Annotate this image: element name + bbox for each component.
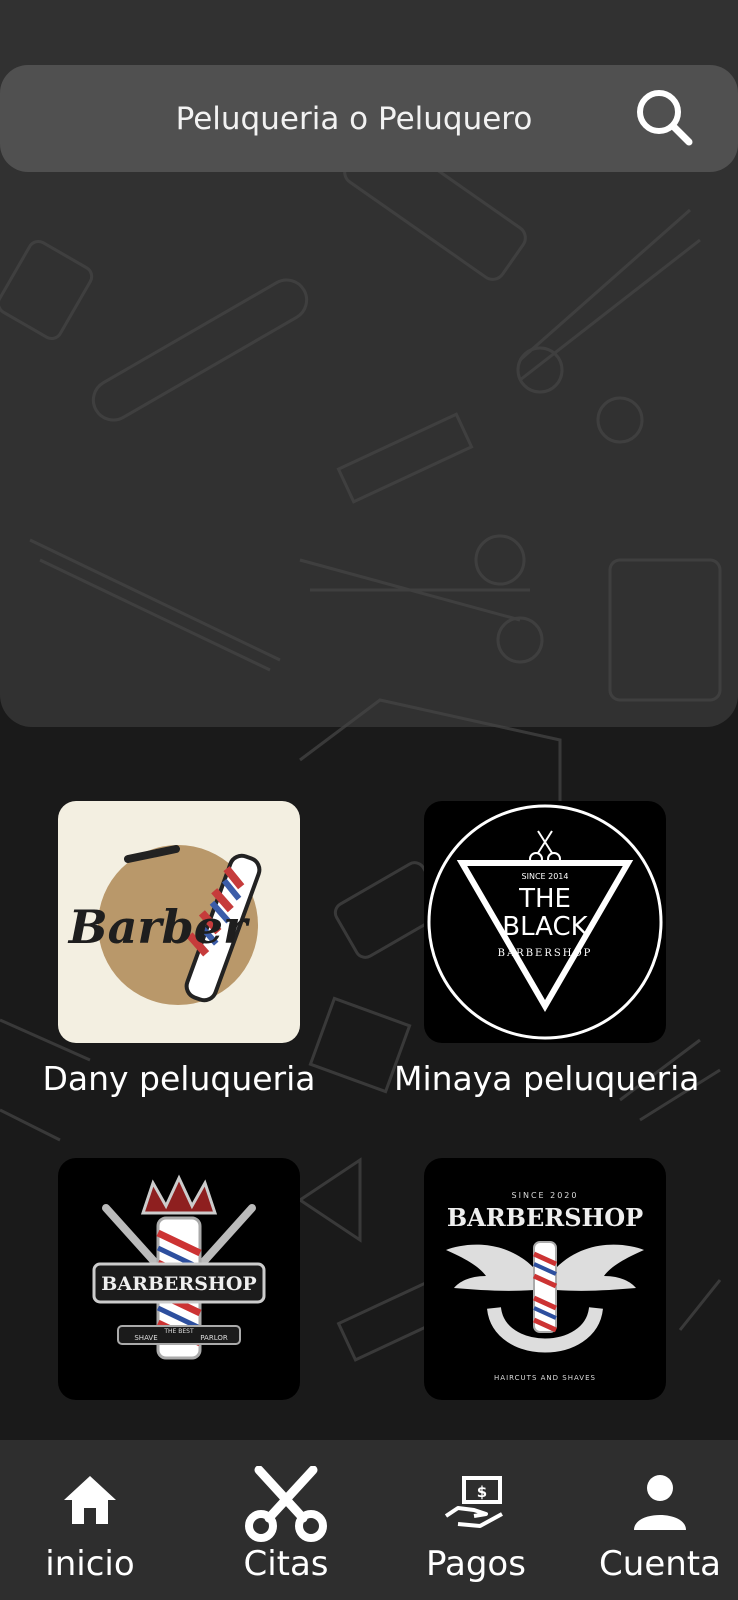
shop-card[interactable]: BARBERSHOP THE BEST SHAVE PARLOR <box>58 1158 300 1400</box>
shop-logo[interactable]: SINCE 2014 THE BLACK BARBERSHOP <box>424 801 666 1043</box>
nav-label-pagos: Pagos <box>426 1544 526 1584</box>
nav-label-cuenta: Cuenta <box>599 1544 721 1584</box>
search-icon[interactable] <box>632 85 696 149</box>
shop-name[interactable]: Dany peluqueria <box>28 1059 330 1098</box>
user-icon <box>634 1475 686 1530</box>
nav-label-citas: Citas <box>243 1544 329 1584</box>
payment-icon: $ <box>444 1476 503 1528</box>
barber-logo-image: Barber <box>58 801 300 1043</box>
crown-barbershop-logo-image: BARBERSHOP THE BEST SHAVE PARLOR <box>58 1158 300 1400</box>
nav-item-inicio[interactable]: inicio <box>30 1440 150 1600</box>
logo-barbershop-text: BARBERSHOP <box>101 1273 256 1295</box>
logo-haircuts-text: HAIRCUTS AND SHAVES <box>494 1374 596 1382</box>
logo-barbershop-text: BARBERSHOP <box>498 948 593 959</box>
logo-barbershop-text: BARBERSHOP <box>447 1203 643 1232</box>
barber-logo-text: Barber <box>67 900 251 954</box>
scissors-icon <box>245 1466 327 1542</box>
nav-item-pagos[interactable]: $ Pagos <box>416 1440 536 1600</box>
home-icon <box>64 1476 116 1524</box>
search-input[interactable]: Peluqueria o Peluquero <box>176 101 533 137</box>
logo-parlor-text: PARLOR <box>200 1334 228 1342</box>
logo-since-text: SINCE 2014 <box>522 872 569 881</box>
shop-logo[interactable]: BARBERSHOP THE BEST SHAVE PARLOR <box>58 1158 300 1400</box>
shop-card[interactable]: Barber Dany peluqueria <box>42 801 316 1098</box>
nav-label-inicio: inicio <box>45 1544 135 1584</box>
shop-card[interactable]: SINCE 2020 BARBERSHOP HAIRCUTS AND SHAVE… <box>424 1158 666 1400</box>
bottom-nav: inicio Citas $ Pagos Cuenta <box>0 1440 738 1600</box>
nav-item-citas[interactable]: Citas <box>226 1440 346 1600</box>
logo-the-text: THE <box>518 884 571 914</box>
shop-logo[interactable]: Barber <box>58 801 300 1043</box>
logo-shave-text: SHAVE <box>134 1334 157 1342</box>
svg-text:$: $ <box>477 1483 487 1501</box>
shop-name[interactable]: Minaya peluqueria <box>394 1059 699 1098</box>
search-bar[interactable]: Peluqueria o Peluquero <box>0 65 738 172</box>
logo-black-text: BLACK <box>502 912 588 942</box>
logo-since-text: SINCE 2020 <box>512 1191 579 1200</box>
winged-barbershop-logo-image: SINCE 2020 BARBERSHOP HAIRCUTS AND SHAVE… <box>424 1158 666 1400</box>
shop-logo[interactable]: SINCE 2020 BARBERSHOP HAIRCUTS AND SHAVE… <box>424 1158 666 1400</box>
the-black-barbershop-logo-image: SINCE 2014 THE BLACK BARBERSHOP <box>424 801 666 1043</box>
logo-the-best-text: THE BEST <box>163 1328 194 1335</box>
nav-item-cuenta[interactable]: Cuenta <box>598 1440 722 1600</box>
shop-card[interactable]: SINCE 2014 THE BLACK BARBERSHOP Minaya p… <box>394 801 699 1098</box>
